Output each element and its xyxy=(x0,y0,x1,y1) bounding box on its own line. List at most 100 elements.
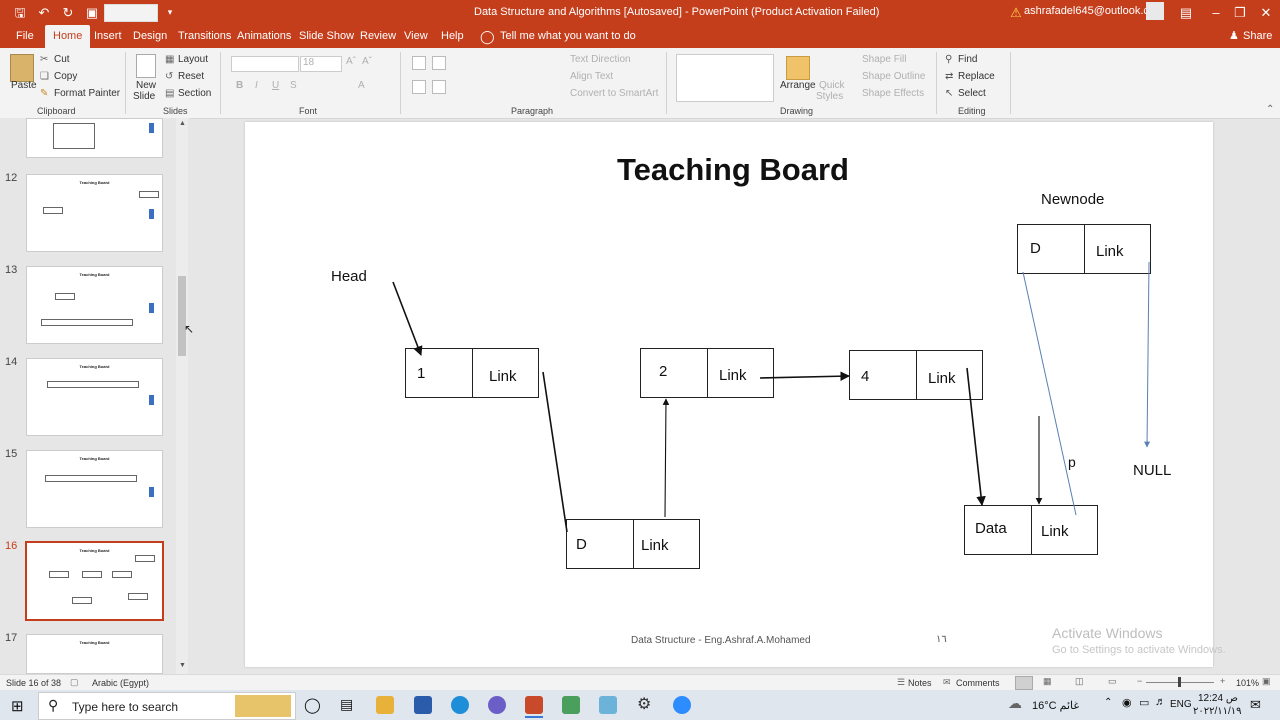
zoom-out-icon[interactable]: − xyxy=(1137,676,1142,686)
clock-date[interactable]: ٢٠٢٢/١١/١٩ xyxy=(1193,706,1242,717)
scroll-up-icon[interactable]: ▲ xyxy=(179,120,186,127)
underline-icon[interactable]: U xyxy=(272,80,279,91)
paste-button[interactable]: Paste xyxy=(11,80,37,91)
present-icon[interactable]: ▣ xyxy=(82,0,102,25)
paste-icon[interactable] xyxy=(10,54,34,82)
weather-text[interactable]: 16°C غائم xyxy=(1032,699,1079,712)
app-icon[interactable] xyxy=(562,696,580,714)
scroll-down-icon[interactable]: ▼ xyxy=(179,662,186,669)
shape-outline-button[interactable]: Shape Outline xyxy=(862,71,925,82)
redo-icon[interactable]: ↻ xyxy=(58,0,78,25)
layout-button[interactable]: Layout xyxy=(178,54,208,65)
edge-icon[interactable] xyxy=(451,696,469,714)
app-icon[interactable] xyxy=(599,696,617,714)
volume-icon[interactable]: ♬ xyxy=(1155,696,1166,708)
restore-icon[interactable]: ❐ xyxy=(1230,0,1250,25)
tray-chevron-icon[interactable]: ⌃ xyxy=(1104,697,1112,708)
tab-insert[interactable]: Insert xyxy=(94,25,122,48)
zoom-in-icon[interactable]: + xyxy=(1220,676,1225,686)
reading-view-icon[interactable]: ◫ xyxy=(1075,676,1084,687)
arrange-icon[interactable] xyxy=(786,56,810,80)
text-direction-button[interactable]: Text Direction xyxy=(570,54,631,65)
share-button[interactable]: Share xyxy=(1243,25,1272,48)
scrollbar-thumb[interactable] xyxy=(178,276,186,356)
shrink-font-icon[interactable]: Aˇ xyxy=(362,56,372,67)
slide-thumbnail[interactable]: Teaching Board xyxy=(26,450,163,528)
proofing-icon[interactable]: ▢ xyxy=(70,677,79,688)
new-slide-label-1[interactable]: New xyxy=(136,80,156,91)
normal-view-icon[interactable] xyxy=(1015,676,1033,690)
task-view-icon[interactable]: ▤ xyxy=(340,696,353,713)
font-name-select[interactable] xyxy=(231,56,299,72)
taskbar-search[interactable]: ⚲ Type here to search xyxy=(38,692,296,720)
slide-thumbnail[interactable] xyxy=(26,118,163,158)
bold-icon[interactable]: B xyxy=(236,80,243,91)
weather-icon[interactable]: ☁ xyxy=(1008,695,1022,712)
settings-icon[interactable]: ⚙ xyxy=(637,694,651,714)
slide-sorter-icon[interactable]: ▦ xyxy=(1043,676,1052,687)
slide-thumbnail-selected[interactable]: Teaching Board xyxy=(25,541,164,621)
arrange-button[interactable]: Arrange xyxy=(780,80,816,91)
tab-view[interactable]: View xyxy=(404,25,428,48)
new-slide-icon[interactable] xyxy=(136,54,156,78)
tab-slide-show[interactable]: Slide Show xyxy=(299,25,354,48)
close-icon[interactable]: ✕ xyxy=(1256,0,1276,25)
copy-button[interactable]: Copy xyxy=(54,71,77,82)
align-text-button[interactable]: Align Text xyxy=(570,71,613,82)
cortana-icon[interactable]: ◯ xyxy=(304,696,321,714)
store-icon[interactable] xyxy=(414,696,432,714)
shadow-icon[interactable]: S xyxy=(290,80,297,91)
align-center-icon[interactable] xyxy=(432,80,446,94)
slide-thumbnail[interactable]: Teaching Board xyxy=(26,358,163,436)
save-icon[interactable]: 🖫 xyxy=(10,0,30,25)
account-email[interactable]: ashrafadel645@outlook.com xyxy=(1024,5,1164,17)
font-color-icon[interactable]: A xyxy=(358,80,365,91)
tab-design[interactable]: Design xyxy=(133,25,167,48)
clock-time[interactable]: 12:24 ص xyxy=(1198,693,1238,704)
shape-effects-button[interactable]: Shape Effects xyxy=(862,88,924,99)
avatar[interactable] xyxy=(1146,2,1164,20)
bullets-icon[interactable] xyxy=(412,56,426,70)
zoom-slider-thumb[interactable] xyxy=(1178,677,1181,687)
notifications-icon[interactable]: ✉ xyxy=(1250,697,1261,713)
format-painter-button[interactable]: Format Painter xyxy=(54,88,120,99)
share-icon[interactable]: ♟ xyxy=(1229,25,1239,48)
network-icon[interactable]: ◉ xyxy=(1122,696,1132,709)
quick-access-dropdown[interactable] xyxy=(104,4,158,22)
language-indicator[interactable]: Arabic (Egypt) xyxy=(92,678,149,688)
italic-icon[interactable]: I xyxy=(255,80,258,91)
undo-icon[interactable]: ↶ xyxy=(34,0,54,25)
ribbon-display-icon[interactable]: ▤ xyxy=(1176,0,1196,25)
quick-styles-label-1[interactable]: Quick xyxy=(819,80,845,91)
select-button[interactable]: Select xyxy=(958,88,986,99)
thumbnails-scrollbar[interactable]: ▲ ▼ xyxy=(176,118,188,674)
numbering-icon[interactable] xyxy=(432,56,446,70)
tab-file[interactable]: File xyxy=(16,25,34,48)
notes-button[interactable]: Notes xyxy=(908,678,932,688)
shapes-gallery[interactable] xyxy=(676,54,774,102)
new-slide-label-2[interactable]: Slide xyxy=(133,91,155,102)
slide-thumbnail[interactable]: Teaching Board xyxy=(26,174,163,252)
shape-fill-button[interactable]: Shape Fill xyxy=(862,54,906,65)
tab-transitions[interactable]: Transitions xyxy=(178,25,231,48)
customize-qat-icon[interactable]: ▾ xyxy=(160,0,180,25)
battery-icon[interactable]: ▭ xyxy=(1139,696,1149,709)
input-language[interactable]: ENG xyxy=(1170,699,1192,710)
find-button[interactable]: Find xyxy=(958,54,977,65)
tab-help[interactable]: Help xyxy=(441,25,464,48)
slide-thumbnail[interactable]: Teaching Board xyxy=(26,634,163,674)
tell-me-box[interactable]: Tell me what you want to do xyxy=(500,25,636,48)
powerpoint-icon[interactable] xyxy=(525,696,543,714)
quick-styles-label-2[interactable]: Styles xyxy=(816,91,843,102)
tab-animations[interactable]: Animations xyxy=(237,25,291,48)
collapse-ribbon-icon[interactable]: ⌃ xyxy=(1266,104,1274,115)
fit-slide-icon[interactable]: ▣ xyxy=(1262,676,1271,687)
comments-button[interactable]: Comments xyxy=(956,678,1000,688)
slide-thumbnail[interactable]: Teaching Board xyxy=(26,266,163,344)
minimize-icon[interactable]: – xyxy=(1206,0,1226,25)
replace-button[interactable]: Replace xyxy=(958,71,995,82)
file-explorer-icon[interactable] xyxy=(376,696,394,714)
reset-button[interactable]: Reset xyxy=(178,71,204,82)
slide-canvas[interactable]: Teaching Board Head Newnode 1 Link 2 Lin… xyxy=(245,122,1213,667)
tab-home[interactable]: Home xyxy=(45,25,91,48)
